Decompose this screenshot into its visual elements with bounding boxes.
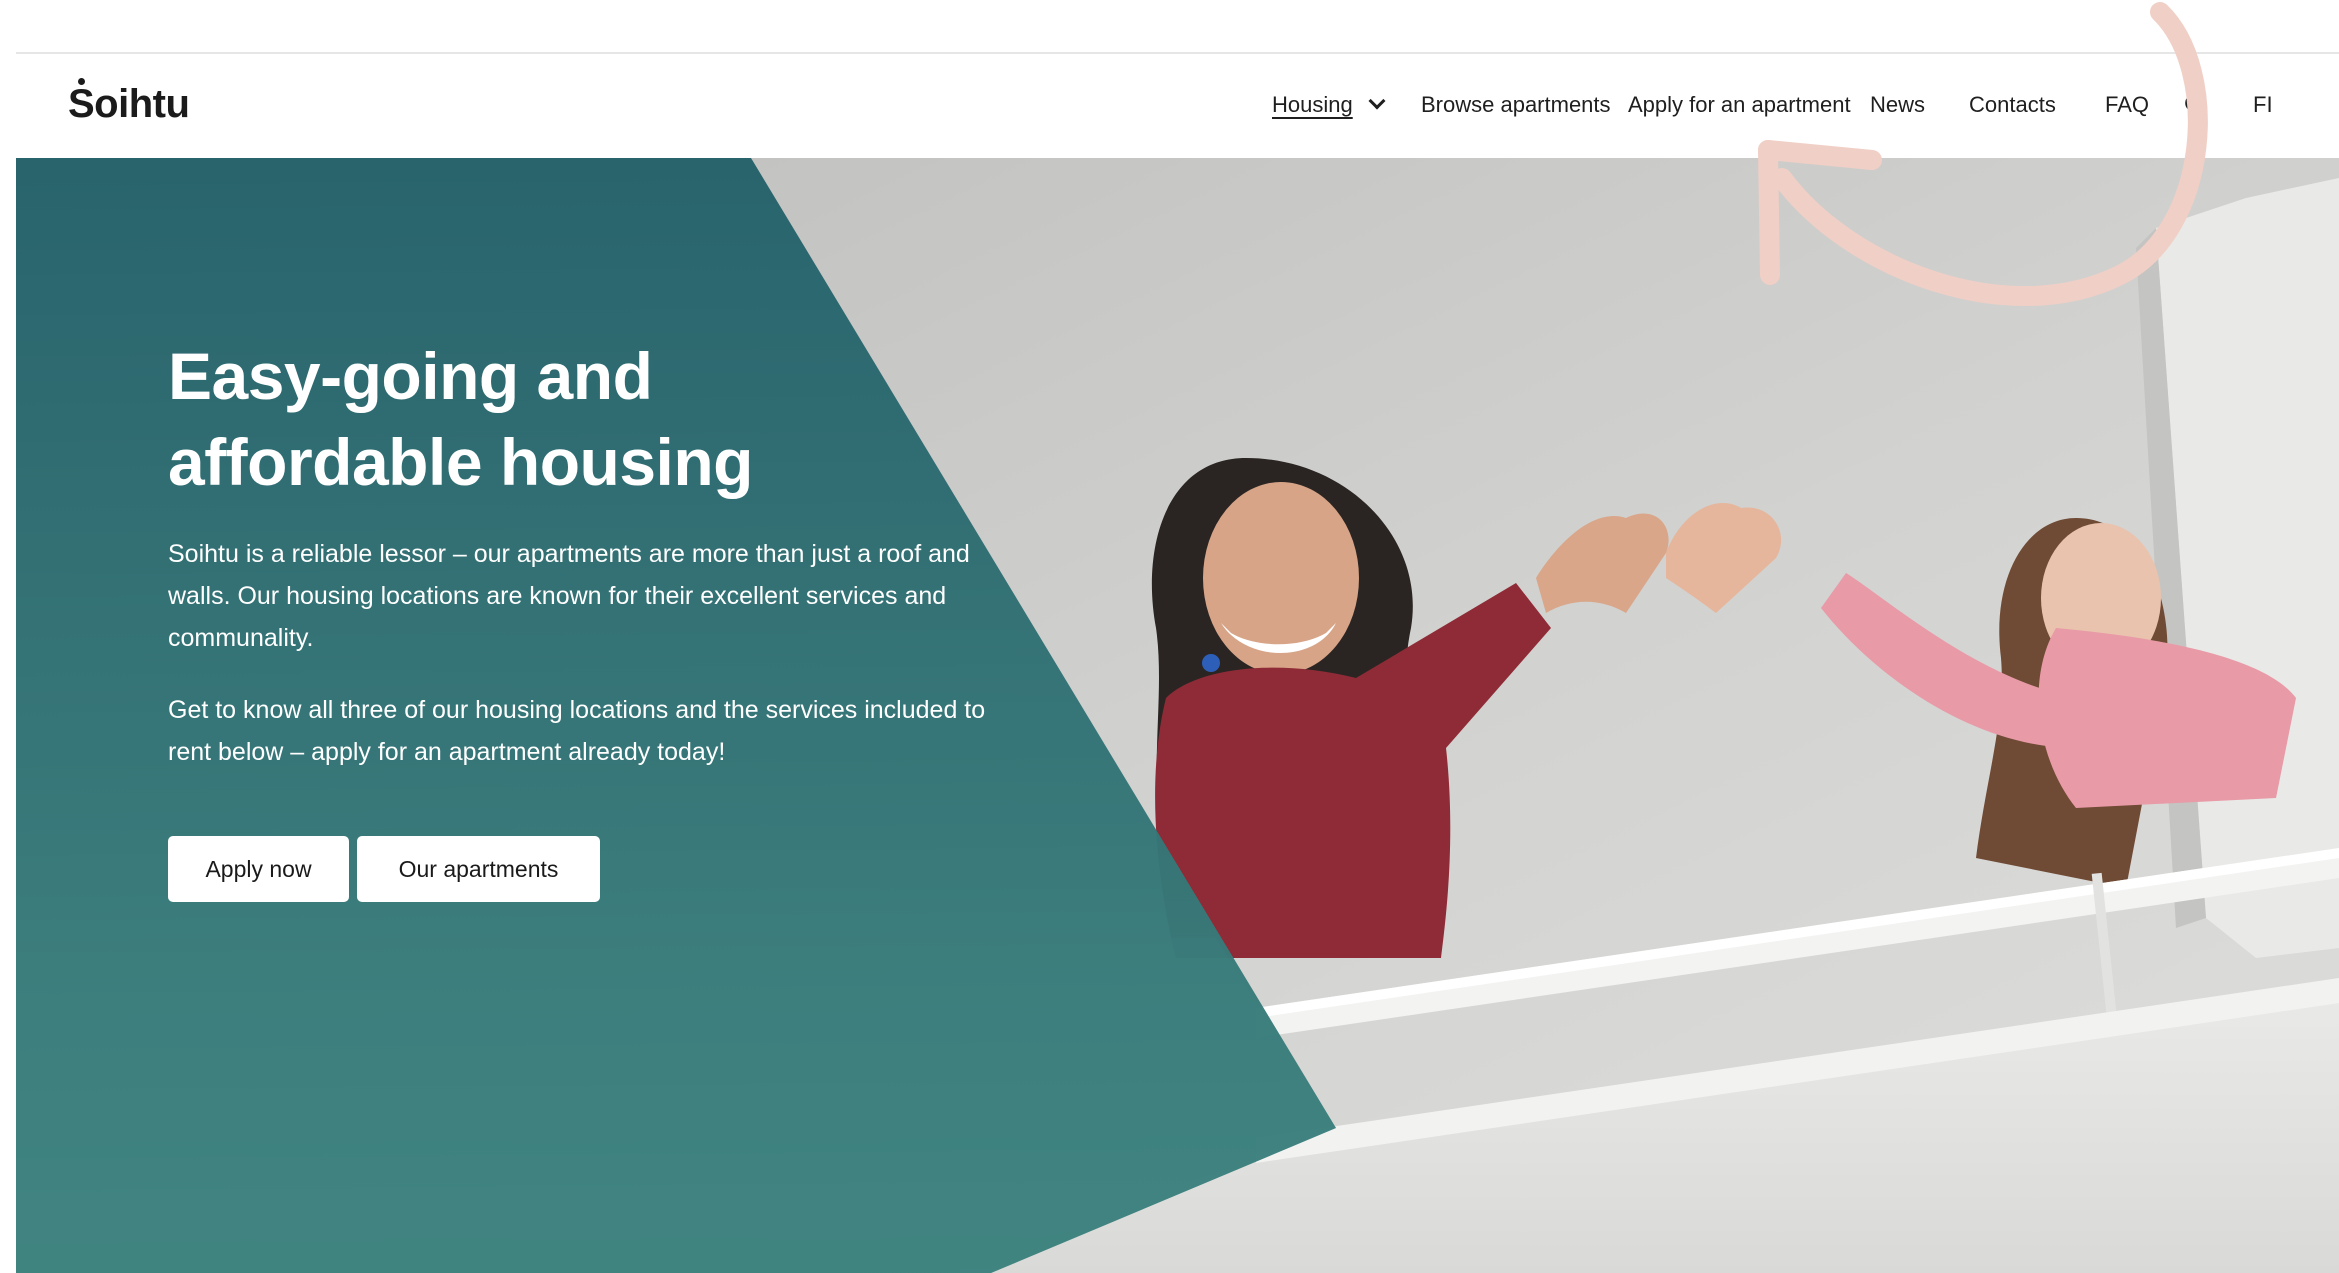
nav-item-news[interactable]: News bbox=[1870, 90, 1925, 120]
page: Soihtu Housing Browse apartments Apply f… bbox=[0, 0, 2339, 1273]
nav-item-faq[interactable]: FAQ bbox=[2105, 90, 2149, 120]
site-logo[interactable]: Soihtu bbox=[68, 76, 190, 132]
language-switch-fi[interactable]: FI bbox=[2253, 90, 2273, 120]
nav-item-contacts[interactable]: Contacts bbox=[1969, 90, 2056, 120]
nav-item-browse-apartments[interactable]: Browse apartments bbox=[1421, 90, 1611, 120]
hero-section: Easy-going and affordable housing Soihtu… bbox=[16, 158, 2339, 1273]
logo-text: Soihtu bbox=[68, 82, 190, 126]
hero-title-line-2: affordable housing bbox=[168, 425, 754, 499]
nav-item-apply-for-an-apartment[interactable]: Apply for an apartment bbox=[1628, 90, 1851, 120]
hero-text-block: Easy-going and affordable housing Soihtu… bbox=[168, 333, 988, 773]
hero-paragraph-2: Get to know all three of our housing loc… bbox=[168, 696, 986, 766]
nav-item-housing[interactable]: Housing bbox=[1272, 90, 1386, 120]
apply-now-button[interactable]: Apply now bbox=[168, 836, 349, 902]
our-apartments-button[interactable]: Our apartments bbox=[357, 836, 600, 902]
hero-paragraph-1: Soihtu is a reliable lessor – our apartm… bbox=[168, 540, 970, 652]
search-icon[interactable] bbox=[2183, 92, 2209, 118]
main-nav: Housing Browse apartments Apply for an a… bbox=[1039, 54, 2339, 158]
site-header: Soihtu Housing Browse apartments Apply f… bbox=[16, 54, 2339, 158]
nav-item-housing-label: Housing bbox=[1272, 92, 1353, 117]
chevron-down-icon[interactable] bbox=[1368, 92, 1386, 110]
hero-title: Easy-going and affordable housing bbox=[168, 333, 988, 505]
hero-title-line-1: Easy-going and bbox=[168, 339, 653, 413]
logo-dot bbox=[78, 78, 85, 85]
